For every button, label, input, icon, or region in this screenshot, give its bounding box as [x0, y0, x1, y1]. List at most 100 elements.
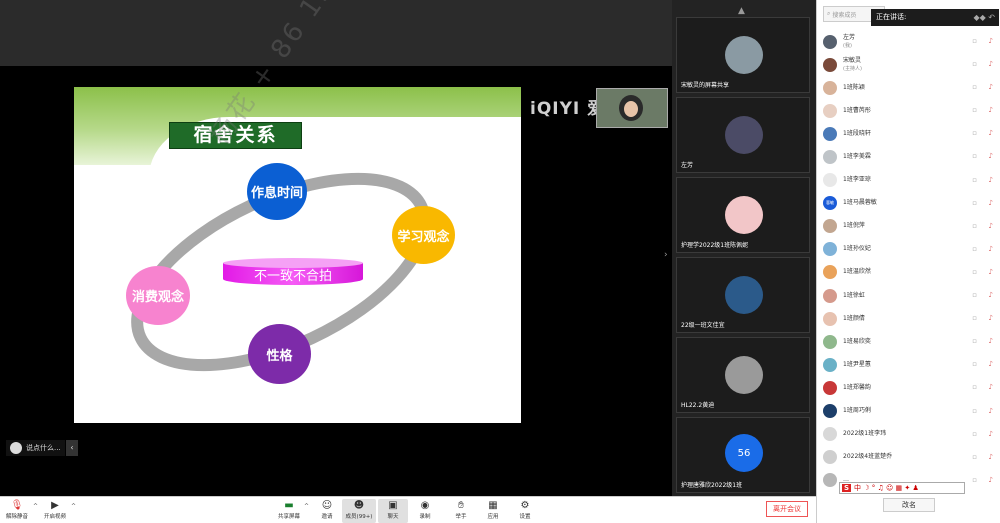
microphone-muted-icon: ♪: [988, 383, 993, 392]
video-tile[interactable]: 护理学2022级1班陈佩妮: [676, 177, 810, 253]
record-button[interactable]: ◉ 录制: [410, 499, 440, 523]
shared-screen-stage: 宿舍关系 作息时间 学习观念 消费观念 性格 不一致不合拍 iQIYI 爱奇艺 …: [0, 0, 672, 496]
microphone-muted-icon: ♪: [988, 37, 993, 45]
participant-name: 2022级4班蓝楚乔: [843, 453, 892, 461]
participant-role: (主持人): [843, 65, 862, 72]
video-options-chevron-icon[interactable]: ^: [71, 503, 76, 510]
participant-row[interactable]: 1班徐虹 ▫ ♪: [823, 284, 999, 307]
video-tile-name: 护理学2022级1班陈佩妮: [681, 242, 749, 249]
participant-row[interactable]: 1班温欣然 ▫ ♪: [823, 261, 999, 284]
presenter-video-pip[interactable]: [596, 88, 668, 128]
video-tile-name: 护理唐雅欣2022级1班: [681, 482, 743, 489]
audio-options-chevron-icon[interactable]: ^: [33, 503, 38, 510]
presenter-face: [624, 101, 638, 117]
participant-avatar: [823, 173, 837, 188]
share-options-chevron-icon[interactable]: ^: [304, 503, 309, 510]
video-tile[interactable]: HL22.2黄迪: [676, 337, 810, 413]
camera-off-icon: ▶: [51, 500, 59, 511]
video-tile[interactable]: 左芳: [676, 97, 810, 173]
participant-row[interactable]: 2022级4班蓝楚乔 ▫ ♪: [823, 446, 999, 469]
apps-button[interactable]: ▦ 应用: [478, 499, 508, 523]
rename-button[interactable]: 改名: [883, 498, 935, 512]
members-label: 成员(99+): [345, 514, 373, 520]
chat-collapse-button[interactable]: ‹: [66, 440, 78, 456]
participant-row[interactable]: 蓉敏 1班马晨蓉敏 ▫ ♪: [823, 192, 999, 215]
microphone-muted-icon: ♪: [988, 337, 993, 346]
participant-row[interactable]: 1班李美霖 ▫ ♪: [823, 145, 999, 168]
participant-row[interactable]: 1班倪萍 ▫ ♪: [823, 215, 999, 238]
participant-name-text: 1班马晨蓉敏: [843, 199, 877, 207]
microphone-muted-icon: ♪: [988, 221, 993, 230]
chat-button[interactable]: ▣ 聊天: [378, 499, 408, 523]
speaking-controls-icon[interactable]: ◆◆ ↶: [973, 9, 995, 26]
participant-name: 1班颜倩: [843, 315, 865, 323]
participant-row[interactable]: 宋敏灵 (主持人) ▫ ♪: [823, 53, 999, 76]
start-video-label: 开启视频: [43, 514, 66, 520]
node-schedule: 作息时间: [247, 163, 307, 220]
camera-off-icon: ▫: [972, 152, 977, 161]
members-button[interactable]: ☻ 成员(99+): [342, 499, 376, 523]
participant-row[interactable]: 1班易欣奕 ▫ ♪: [823, 330, 999, 353]
participant-row[interactable]: 1班李亚琼 ▫ ♪: [823, 169, 999, 192]
participant-row[interactable]: 1班周巧俐 ▫ ♪: [823, 400, 999, 423]
chat-bubble-icon: ▣: [388, 500, 398, 511]
participant-avatar: [823, 357, 837, 372]
participant-row[interactable]: 1班陈颖 ▫ ♪: [823, 76, 999, 99]
participant-name: 1班马晨蓉敏: [843, 199, 877, 207]
participant-avatar: [725, 36, 763, 74]
participant-name: 宋敏灵 (主持人): [843, 57, 862, 73]
node-character: 性格: [248, 324, 311, 384]
chat-input-hint[interactable]: 说点什么...: [6, 440, 65, 456]
participant-row[interactable]: 1班段晓轩 ▫ ♪: [823, 122, 999, 145]
participant-avatar: [823, 404, 837, 419]
center-cylinder: 不一致不合拍: [223, 258, 363, 290]
participant-name-text: 宋敏灵: [843, 56, 862, 64]
participant-avatar: [823, 288, 837, 303]
camera-off-icon: ▫: [972, 198, 977, 207]
participant-avatar: [725, 276, 763, 314]
camera-off-icon: ▫: [972, 360, 977, 369]
invite-button[interactable]: ☺ 邀请: [312, 499, 342, 523]
chat-label: 聊天: [387, 514, 399, 520]
leave-meeting-button[interactable]: 离开会议: [766, 501, 808, 517]
video-tile[interactable]: 56 护理唐雅欣2022级1班: [676, 417, 810, 493]
participant-role: (我): [843, 42, 852, 49]
settings-button[interactable]: ⚙ 设置: [510, 499, 540, 523]
participant-avatar: [823, 450, 837, 465]
participant-row[interactable]: 左芳 (我) ▫ ♪: [823, 30, 999, 53]
participant-row[interactable]: 2022级1班李玮 ▫ ♪: [823, 423, 999, 446]
apps-grid-icon: ▦: [488, 500, 498, 511]
ime-toolbar[interactable]: S 中 ☽ ° ♫ ☺ ▦ ✦ ♟: [839, 482, 965, 494]
microphone-muted-icon: ♪: [988, 267, 993, 276]
start-video-button[interactable]: ▶ 开启视频: [40, 499, 70, 523]
participant-name-text: 2022级1班李玮: [843, 430, 887, 438]
gallery-scroll-up-icon[interactable]: ▲: [738, 6, 745, 16]
participant-name-text: 1班段晓轩: [843, 129, 871, 137]
participant-name-text: 1班郑馨韵: [843, 383, 871, 391]
participant-row[interactable]: 1班郑馨韵 ▫ ♪: [823, 376, 999, 399]
participant-name-text: 1班李亚琼: [843, 176, 871, 184]
participant-row[interactable]: 1班尹星蕙 ▫ ♪: [823, 353, 999, 376]
shared-slide: 宿舍关系 作息时间 学习观念 消费观念 性格 不一致不合拍: [74, 87, 521, 423]
participant-avatar: [823, 427, 837, 442]
participant-avatar: [823, 334, 837, 349]
share-screen-button[interactable]: ▬ 共享屏幕: [274, 499, 304, 523]
gallery-expand-icon[interactable]: ›: [664, 250, 668, 260]
participant-row[interactable]: 1班孙仪妃 ▫ ♪: [823, 238, 999, 261]
participant-avatar: 蓉敏: [823, 196, 837, 211]
unmute-button[interactable]: 🎙︎ 解除静音: [2, 499, 32, 523]
participant-name: 1班尹星蕙: [843, 361, 871, 369]
participant-row[interactable]: 1班曹芮彤 ▫ ♪: [823, 99, 999, 122]
video-tile[interactable]: 22级一班文佳宜: [676, 257, 810, 333]
video-tile[interactable]: 宋敏灵的屏幕共享: [676, 17, 810, 93]
microphone-muted-icon: ♪: [988, 429, 993, 438]
participant-avatar: [823, 103, 837, 118]
raise-hand-button[interactable]: ✋︎ 举手: [446, 499, 476, 523]
speaking-label: 正在讲话:: [876, 13, 907, 21]
participant-row[interactable]: 1班颜倩 ▫ ♪: [823, 307, 999, 330]
apps-label: 应用: [487, 514, 499, 520]
participant-name-text: 左芳: [843, 33, 856, 41]
camera-off-icon: ▫: [972, 83, 977, 92]
camera-off-icon: ▫: [972, 175, 977, 184]
microphone-muted-icon: ♪: [988, 152, 993, 161]
